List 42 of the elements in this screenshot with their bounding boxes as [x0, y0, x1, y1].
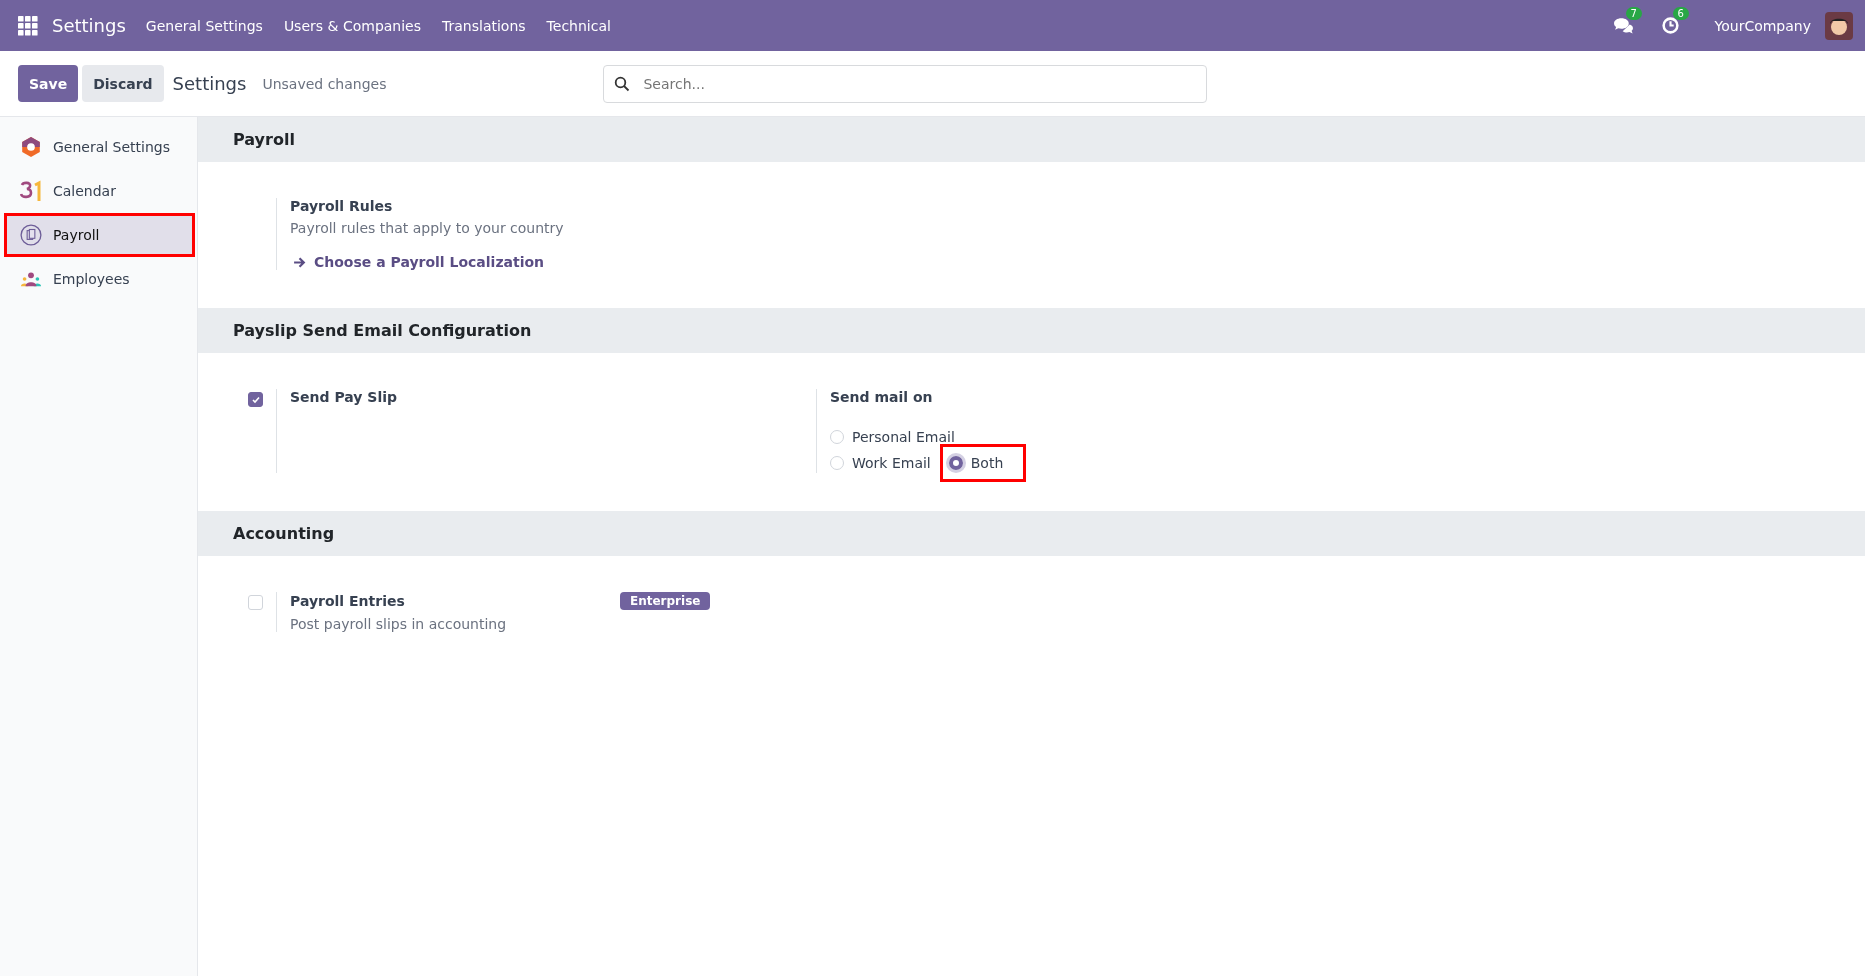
section-header: Payroll — [198, 117, 1865, 162]
avatar-icon[interactable] — [1825, 11, 1853, 40]
menu-item[interactable]: Translations — [442, 17, 526, 34]
calendar-number-icon — [20, 180, 42, 202]
menu-item[interactable]: Technical — [546, 17, 611, 34]
search-field[interactable]: Search... — [603, 64, 1208, 103]
arrow-right-icon — [293, 255, 306, 269]
hexagon-icon — [20, 136, 42, 158]
app-title[interactable]: Settings — [52, 15, 126, 36]
page-title: Settings — [172, 73, 247, 94]
sidebar-item[interactable]: General Settings — [0, 125, 197, 169]
setting-title: Payroll Rules — [290, 198, 394, 214]
radio-option[interactable]: Personal Email — [830, 427, 961, 447]
sidebar-item[interactable]: Payroll — [4, 213, 195, 257]
app-grid-icon[interactable] — [18, 15, 38, 36]
checkmark-icon — [250, 394, 261, 405]
company-name[interactable]: YourCompany — [1714, 17, 1811, 34]
checkbox[interactable] — [248, 392, 263, 407]
setting-title: Send Pay Slip — [290, 389, 399, 405]
save-button[interactable]: Save — [18, 65, 79, 102]
radio-option[interactable]: Work Email — [830, 453, 937, 473]
search-icon — [614, 75, 631, 92]
setting-description: Post payroll slips in accounting — [290, 616, 508, 632]
localization-link[interactable]: Choose a Payroll Localization — [290, 254, 620, 270]
chat-bubbles-icon[interactable] — [1612, 16, 1634, 35]
payroll-icon — [20, 224, 42, 246]
setting-title: Send mail on — [830, 389, 934, 405]
clock-icon[interactable] — [1659, 16, 1681, 35]
enterprise-tag: Enterprise — [620, 592, 711, 610]
sidebar-item[interactable]: Employees — [0, 257, 197, 301]
radio-option[interactable]: Both — [942, 447, 1024, 479]
menu-item[interactable]: General Settings — [145, 17, 263, 34]
message-count-badge: 7 — [1625, 7, 1642, 20]
menu-item[interactable]: Users & Companies — [283, 17, 421, 34]
activity-count-badge: 6 — [1672, 7, 1689, 20]
setting-title: Payroll Entries — [290, 593, 406, 609]
unsaved-status: Unsaved changes — [262, 75, 387, 92]
setting-description: Payroll rules that apply to your country — [290, 220, 565, 236]
section-header: Accounting — [198, 511, 1865, 556]
discard-button[interactable]: Discard — [82, 65, 164, 102]
section-header: Payslip Send Email Configuration — [198, 308, 1865, 353]
sidebar-item[interactable]: Calendar — [0, 169, 197, 213]
